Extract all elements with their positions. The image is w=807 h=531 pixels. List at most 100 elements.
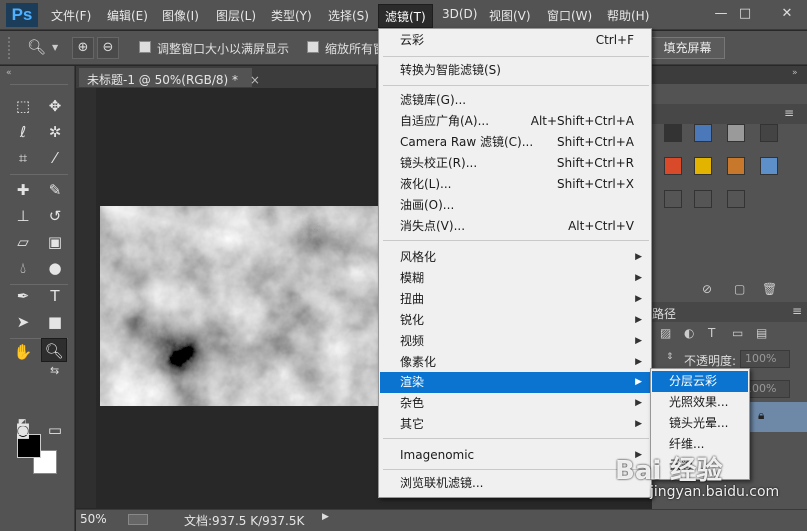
style-swatch[interactable] — [694, 190, 712, 208]
submenu-item-lens-flare[interactable]: 镜头光晕... — [652, 413, 748, 434]
zoom-all-windows-checkbox[interactable] — [307, 41, 319, 53]
status-menu-arrow-icon[interactable]: ▶ — [322, 512, 329, 522]
screen-mode-icon[interactable]: ▭ — [42, 418, 68, 442]
menu-item-pixelate[interactable]: 像素化 ▶ — [380, 352, 650, 373]
menu-item-browse-online[interactable]: 浏览联机滤镜... — [380, 473, 650, 494]
menu-item-sharpen[interactable]: 锐化 ▶ — [380, 310, 650, 331]
new-style-icon[interactable]: ▢ — [734, 282, 745, 296]
style-swatch[interactable] — [664, 157, 682, 175]
style-swatch[interactable] — [760, 124, 778, 142]
menu-item-liquify[interactable]: 液化(L)... Shift+Ctrl+X — [380, 174, 650, 195]
filter-adjust-icon[interactable]: ◐ — [684, 326, 694, 340]
style-swatch[interactable] — [694, 124, 712, 142]
menu-item-vanishing-point[interactable]: 消失点(V)... Alt+Ctrl+V — [380, 216, 650, 237]
zoom-out-button[interactable]: ⊖ — [97, 37, 119, 59]
eraser-icon[interactable]: ▱ — [10, 230, 36, 254]
style-swatch[interactable] — [664, 124, 682, 142]
menu-item-lens-correction[interactable]: 镜头校正(R)... Shift+Ctrl+R — [380, 153, 650, 174]
menu-image[interactable]: 图像(I) — [162, 7, 199, 24]
zoom-tool-icon[interactable]: 🔍︎ — [41, 338, 67, 362]
magic-wand-icon[interactable]: ✲ — [42, 120, 68, 144]
menu-item-convert-smart[interactable]: 转换为智能滤镜(S) — [380, 60, 650, 81]
no-entry-icon[interactable]: ⊘ — [702, 282, 712, 296]
fill-screen-button[interactable]: 填充屏幕 — [650, 37, 725, 59]
hand-tool-icon[interactable]: ✋ — [10, 340, 36, 364]
panel-menu-icon[interactable]: ≡ — [784, 106, 794, 120]
cloud-render-image[interactable] — [100, 206, 390, 406]
style-swatch[interactable] — [727, 190, 745, 208]
menu-item-stylize[interactable]: 风格化 ▶ — [380, 247, 650, 268]
maximize-button[interactable]: □ — [736, 6, 754, 22]
minimize-button[interactable]: — — [712, 6, 730, 22]
menu-edit[interactable]: 编辑(E) — [107, 7, 148, 24]
eyedropper-icon[interactable]: ⁄ — [42, 146, 68, 170]
collapse-panel-icon[interactable]: « — [6, 68, 12, 78]
menu-item-clouds-last[interactable]: 云彩 Ctrl+F — [380, 30, 650, 51]
menu-item-filter-gallery[interactable]: 滤镜库(G)... — [380, 90, 650, 111]
blur-tool-icon[interactable]: 💧︎ — [10, 256, 36, 280]
marquee-tool-icon[interactable]: ⬚ — [10, 94, 36, 118]
rectangle-tool-icon[interactable]: ■ — [42, 310, 68, 334]
menu-file[interactable]: 文件(F) — [51, 7, 91, 24]
style-swatch[interactable] — [727, 124, 745, 142]
style-swatch[interactable] — [694, 157, 712, 175]
filter-image-icon[interactable]: ▨ — [660, 326, 671, 340]
menu-item-oil-paint[interactable]: 油画(O)... — [380, 195, 650, 216]
panel-menu-icon[interactable]: ≡ — [792, 304, 802, 318]
menu-layer[interactable]: 图层(L) — [216, 7, 256, 24]
gradient-tool-icon[interactable]: ▣ — [42, 230, 68, 254]
menu-3d[interactable]: 3D(D) — [442, 7, 477, 21]
clone-stamp-icon[interactable]: ⊥ — [10, 204, 36, 228]
menu-item-camera-raw[interactable]: Camera Raw 滤镜(C)... Shift+Ctrl+A — [380, 132, 650, 153]
paths-tab[interactable]: 路径 — [652, 305, 676, 322]
swap-colors-icon[interactable]: ⇆ — [50, 364, 59, 377]
zoom-level[interactable]: 50% — [80, 512, 107, 526]
zoom-in-button[interactable]: ⊕ — [72, 37, 94, 59]
menu-filter[interactable]: 滤镜(T) — [378, 4, 433, 28]
submenu-item-difference-clouds[interactable]: 分层云彩 — [652, 371, 748, 392]
trash-icon[interactable]: 🗑︎ — [762, 282, 777, 296]
menu-window[interactable]: 窗口(W) — [547, 7, 592, 24]
status-icon[interactable] — [128, 514, 148, 525]
menu-select[interactable]: 选择(S) — [328, 7, 369, 24]
menu-item-render[interactable]: 渲染 ▶ — [380, 372, 650, 393]
expand-panel-icon[interactable]: » — [792, 68, 798, 78]
submenu-item-lighting-effects[interactable]: 光照效果... — [652, 392, 748, 413]
filter-type-icon[interactable]: T — [708, 326, 715, 340]
document-tab[interactable]: 未标题-1 @ 50%(RGB/8) * × — [78, 67, 260, 87]
resize-windows-checkbox[interactable] — [139, 41, 151, 53]
chevron-down-icon[interactable]: ▼ — [52, 43, 58, 52]
menu-item-other[interactable]: 其它 ▶ — [380, 414, 650, 435]
close-tab-icon[interactable]: × — [250, 73, 260, 87]
filter-shape-icon[interactable]: ▭ — [732, 326, 743, 340]
menu-view[interactable]: 视图(V) — [489, 7, 531, 24]
menu-item-adaptive-wide-angle[interactable]: 自适应广角(A)... Alt+Shift+Ctrl+A — [380, 111, 650, 132]
type-tool-icon[interactable]: T — [42, 284, 68, 308]
lasso-tool-icon[interactable]: ℓ — [10, 120, 36, 144]
menu-type[interactable]: 类型(Y) — [271, 7, 312, 24]
menu-item-blur[interactable]: 模糊 ▶ — [380, 268, 650, 289]
quick-mask-icon[interactable]: ◙ — [10, 418, 36, 442]
menu-item-imagenomic[interactable]: Imagenomic ▶ — [380, 445, 650, 466]
zoom-tool-icon[interactable]: 🔍︎ — [27, 38, 46, 56]
menu-item-noise[interactable]: 杂色 ▶ — [380, 393, 650, 414]
menu-item-video[interactable]: 视频 ▶ — [380, 331, 650, 352]
healing-brush-icon[interactable]: ✚ — [10, 178, 36, 202]
history-brush-icon[interactable]: ↺ — [42, 204, 68, 228]
close-button[interactable]: ✕ — [778, 6, 796, 22]
menu-item-distort[interactable]: 扭曲 ▶ — [380, 289, 650, 310]
style-swatch[interactable] — [727, 157, 745, 175]
path-selection-icon[interactable]: ➤ — [10, 310, 36, 334]
brush-tool-icon[interactable]: ✎ — [42, 178, 68, 202]
dodge-tool-icon[interactable]: ● — [42, 256, 68, 280]
opacity-field[interactable]: 100% — [740, 350, 790, 368]
style-swatch[interactable] — [664, 190, 682, 208]
move-tool-icon[interactable]: ✥ — [42, 94, 68, 118]
crop-tool-icon[interactable]: ⌗ — [10, 146, 36, 170]
blend-mode-stepper[interactable]: ⇕ — [666, 352, 674, 362]
menu-help[interactable]: 帮助(H) — [607, 7, 649, 24]
filter-smart-icon[interactable]: ▤ — [756, 326, 767, 340]
style-swatch[interactable] — [760, 157, 778, 175]
layer-row-background[interactable]: 🔒︎ — [750, 402, 807, 432]
pen-tool-icon[interactable]: ✒ — [10, 284, 36, 308]
